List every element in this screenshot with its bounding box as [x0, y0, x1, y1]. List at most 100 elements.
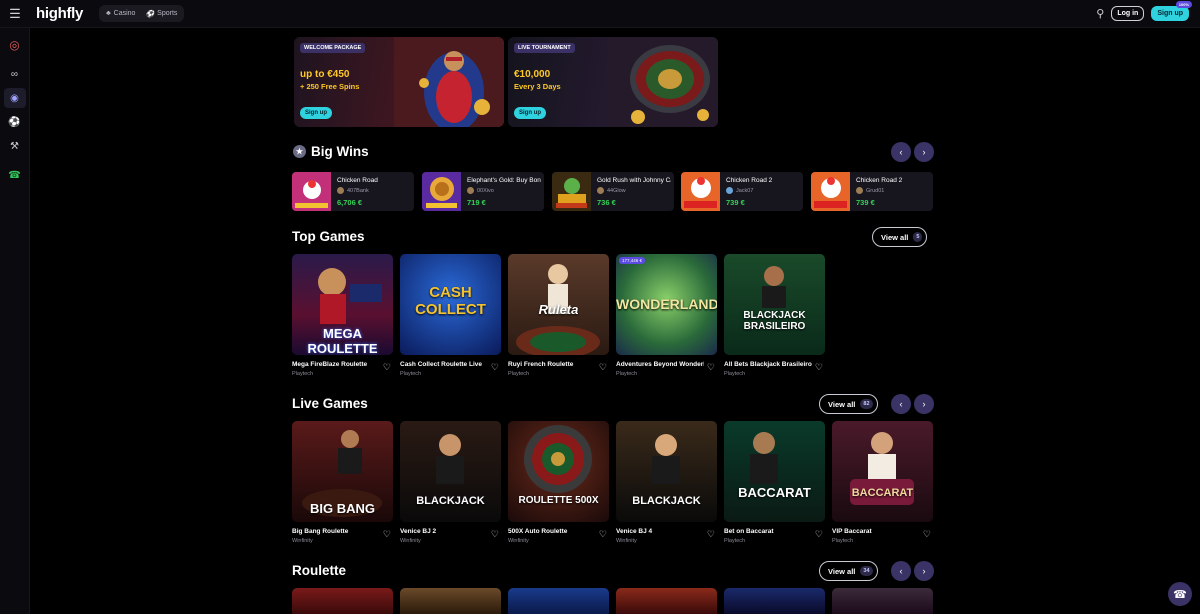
big-win-card[interactable]: Elephant's Gold: Buy Bonus 00Xivo 719 € — [422, 172, 544, 211]
next-arrow-icon[interactable]: › — [914, 394, 934, 414]
sidebar-item-cycling[interactable]: ∞ — [4, 64, 26, 84]
big-win-card[interactable]: Chicken Road 407Bank 6,706 € — [292, 172, 414, 211]
game-thumbnail — [681, 172, 720, 211]
favorite-heart-icon[interactable]: ♡ — [923, 529, 931, 540]
bike-icon: ∞ — [10, 68, 19, 80]
roulette-view-all-button[interactable]: View all 34 — [819, 561, 878, 581]
next-arrow-icon[interactable]: › — [914, 561, 934, 581]
sidebar-item-football[interactable]: ⚽ — [4, 112, 26, 132]
big-wins-carousel-controls: ‹ › — [891, 142, 934, 162]
game-card[interactable]: MEGA ROULETTE Mega FireBlaze Roulette Pl… — [292, 254, 393, 377]
favorite-heart-icon[interactable]: ♡ — [599, 529, 607, 540]
search-icon[interactable]: ⚲ — [1096, 7, 1104, 20]
game-card[interactable]: ROULETTE 500X 500X Auto Roulette Winfini… — [508, 421, 609, 544]
promo-signup-button[interactable]: Sign up — [514, 107, 546, 119]
favorite-heart-icon[interactable]: ♡ — [599, 362, 607, 373]
live-games-carousel-controls: ‹ › — [891, 394, 934, 414]
favorite-heart-icon[interactable]: ♡ — [707, 529, 715, 540]
hero-illustration — [394, 37, 504, 127]
game-thumbnail: Ruleta — [508, 254, 609, 355]
star-icon: ★ — [293, 145, 306, 158]
game-thumbnail: BLACKJACK — [616, 421, 717, 522]
favorite-heart-icon[interactable]: ♡ — [383, 529, 391, 540]
promo-signup-button[interactable]: Sign up — [300, 107, 332, 119]
live-icon: ◉ — [10, 92, 19, 104]
game-thumbnail — [811, 172, 850, 211]
thumbnail-art — [850, 432, 914, 505]
game-thumbnail — [422, 172, 461, 211]
game-card[interactable]: BLACKJACK BRASILEIRO All Bets Blackjack … — [724, 254, 825, 377]
nav-sports[interactable]: ⚽ Sports — [141, 10, 181, 18]
favorite-heart-icon[interactable]: ♡ — [815, 362, 823, 373]
sports-icon: ⚽ — [145, 10, 155, 18]
promo-tournament[interactable]: LIVE TOURNAMENT €10,000 Every 3 Days Sig… — [508, 37, 718, 127]
signup-badge: 100% — [1175, 1, 1192, 8]
roulette-game-thumbnail[interactable] — [400, 588, 501, 614]
logo[interactable]: highfly — [36, 5, 83, 22]
big-win-card[interactable]: Chicken Road 2 Grud01 739 € — [811, 172, 933, 211]
favorite-heart-icon[interactable]: ♡ — [383, 362, 391, 373]
top-games-heading: Top Games — [292, 229, 365, 244]
top-games-view-all-button[interactable]: View all 5 — [872, 227, 928, 247]
game-card[interactable]: 177,446 € WONDERLAND Adventures Beyond W… — [616, 254, 717, 377]
roulette-game-thumbnail[interactable] — [616, 588, 717, 614]
sidebar-item-esports[interactable]: ⚒ — [4, 136, 26, 156]
roulette-game-thumbnail[interactable] — [292, 588, 393, 614]
game-thumbnail: BACCARAT — [832, 421, 933, 522]
sidebar-item-support[interactable]: ☎ — [4, 165, 26, 185]
roulette-game-thumbnail[interactable] — [832, 588, 933, 614]
favorite-heart-icon[interactable]: ♡ — [815, 529, 823, 540]
thumbnail-art — [524, 425, 592, 493]
thumbnail-art — [750, 432, 778, 484]
signup-button[interactable]: Sign up 100% — [1151, 1, 1192, 21]
game-thumbnail: CASH COLLECT — [400, 254, 501, 355]
promo-welcome[interactable]: WELCOME PACKAGE up to €450 + 250 Free Sp… — [294, 37, 504, 127]
big-win-card[interactable]: Gold Rush with Johnny Cash 44Glow 736 € — [552, 172, 674, 211]
promo-subline: + 250 Free Spins — [300, 82, 360, 91]
game-card[interactable]: BLACKJACK Venice BJ 4 Winfinity ♡ — [616, 421, 717, 544]
game-card[interactable]: BLACKJACK Venice BJ 2 Winfinity ♡ — [400, 421, 501, 544]
roulette-wheel-illustration — [608, 37, 718, 127]
game-card[interactable]: BACCARAT VIP Baccarat Playtech ♡ — [832, 421, 933, 544]
game-card[interactable]: BACCARAT Bet on Baccarat Playtech ♡ — [724, 421, 825, 544]
count-badge: 5 — [913, 232, 923, 242]
prev-arrow-icon[interactable]: ‹ — [891, 561, 911, 581]
top-bar: ☰ highfly ♣ Casino ⚽ Sports ⚲ Log in Sign … — [0, 0, 1200, 28]
gamepad-icon: ⚒ — [10, 140, 19, 152]
menu-icon[interactable]: ☰ — [0, 0, 30, 28]
roulette-game-thumbnail[interactable] — [508, 588, 609, 614]
favorite-heart-icon[interactable]: ♡ — [491, 362, 499, 373]
support-chat-icon[interactable]: ☎ — [1168, 582, 1192, 606]
next-arrow-icon[interactable]: › — [914, 142, 934, 162]
game-thumbnail: ROULETTE 500X — [508, 421, 609, 522]
game-card[interactable]: CASH COLLECT Cash Collect Roulette Live … — [400, 254, 501, 377]
game-card[interactable]: BIG BANG Big Bang Roulette Winfinity ♡ — [292, 421, 393, 544]
live-games-heading: Live Games — [292, 396, 368, 411]
login-button[interactable]: Log in — [1111, 6, 1145, 21]
game-thumbnail: BLACKJACK BRASILEIRO — [724, 254, 825, 355]
target-icon: ◎ — [9, 38, 20, 52]
sidebar-item-live[interactable]: ◉ — [3, 88, 26, 108]
avatar — [337, 187, 344, 194]
game-thumbnail: BIG BANG — [292, 421, 393, 522]
avatar — [597, 187, 604, 194]
roulette-game-thumbnail[interactable] — [724, 588, 825, 614]
promo-headline: €10,000 — [514, 69, 551, 80]
sidebar: ◎ ∞ ◉ ⚽ ⚒ ☎ — [0, 28, 30, 614]
nav-casino[interactable]: ♣ Casino — [102, 10, 139, 17]
avatar — [726, 187, 733, 194]
prev-arrow-icon[interactable]: ‹ — [891, 394, 911, 414]
thumbnail-art — [762, 266, 786, 308]
count-badge: 34 — [860, 566, 873, 576]
big-win-card[interactable]: Chicken Road 2 Jack07 739 € — [681, 172, 803, 211]
casino-icon: ♣ — [106, 10, 111, 17]
sidebar-item-promotions[interactable]: ◎ — [4, 35, 26, 55]
roulette-carousel-controls: ‹ › — [891, 561, 934, 581]
promo-tag: LIVE TOURNAMENT — [514, 43, 575, 53]
prev-arrow-icon[interactable]: ‹ — [891, 142, 911, 162]
game-card[interactable]: Ruleta Ruyi French Roulette Playtech ♡ — [508, 254, 609, 377]
favorite-heart-icon[interactable]: ♡ — [491, 529, 499, 540]
product-switcher: ♣ Casino ⚽ Sports — [99, 5, 185, 22]
favorite-heart-icon[interactable]: ♡ — [707, 362, 715, 373]
live-games-view-all-button[interactable]: View all 82 — [819, 394, 878, 414]
